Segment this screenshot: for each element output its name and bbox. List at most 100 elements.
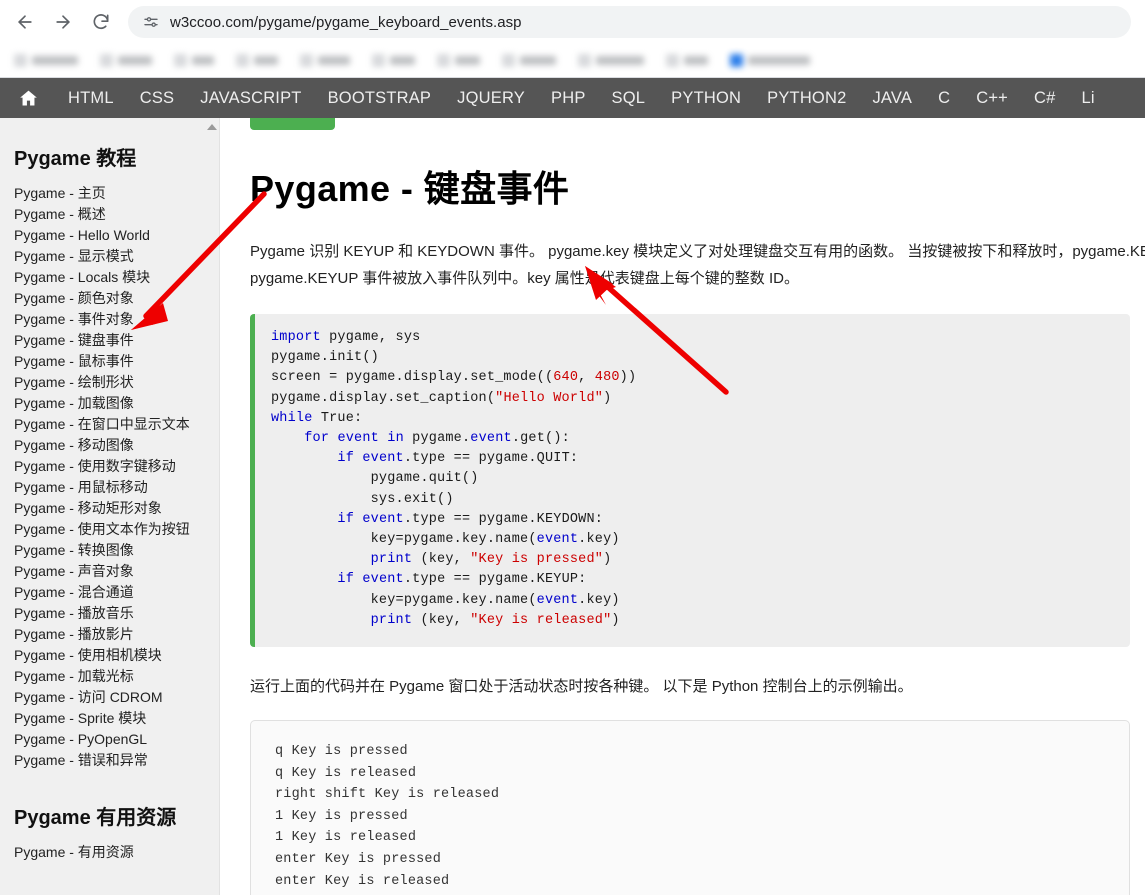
nav-item-jquery[interactable]: JQUERY bbox=[444, 89, 538, 108]
reload-icon[interactable] bbox=[84, 5, 118, 39]
nav-item-sql[interactable]: SQL bbox=[599, 89, 659, 108]
bookmark-item[interactable] bbox=[502, 54, 556, 67]
sidebar-item-errors-exceptions[interactable]: Pygame - 错误和异常 bbox=[14, 750, 219, 771]
sidebar-item-move-rect[interactable]: Pygame - 移动矩形对象 bbox=[14, 498, 219, 519]
code-token: ) bbox=[603, 552, 612, 568]
bookmark-item[interactable] bbox=[730, 54, 810, 67]
site-settings-icon[interactable] bbox=[142, 13, 160, 31]
sidebar-item-keyboard-events[interactable]: Pygame - 键盘事件 bbox=[14, 330, 219, 351]
code-token: .type == pygame.KEYDOWN: bbox=[403, 511, 604, 527]
sidebar-item-home[interactable]: Pygame - 主页 bbox=[14, 183, 219, 204]
sidebar-item-camera-module[interactable]: Pygame - 使用相机模块 bbox=[14, 645, 219, 666]
address-bar[interactable]: w3ccoo.com/pygame/pygame_keyboard_events… bbox=[128, 6, 1131, 38]
browser-chrome: w3ccoo.com/pygame/pygame_keyboard_events… bbox=[0, 0, 1145, 78]
sidebar-item-locals-module[interactable]: Pygame - Locals 模块 bbox=[14, 267, 219, 288]
nav-item-html[interactable]: HTML bbox=[55, 89, 127, 108]
nav-item-bootstrap[interactable]: BOOTSTRAP bbox=[315, 89, 445, 108]
sidebar-item-play-movie[interactable]: Pygame - 播放影片 bbox=[14, 624, 219, 645]
sidebar-item-display-modes[interactable]: Pygame - 显示模式 bbox=[14, 246, 219, 267]
code-token: pygame. bbox=[403, 431, 471, 447]
page-body: Pygame 教程 Pygame - 主页 Pygame - 概述 Pygame… bbox=[0, 108, 1145, 895]
sidebar-item-draw-shapes[interactable]: Pygame - 绘制形状 bbox=[14, 372, 219, 393]
forward-arrow-icon[interactable] bbox=[46, 5, 80, 39]
sidebar-item-event-object[interactable]: Pygame - 事件对象 bbox=[14, 309, 219, 330]
bookmark-label bbox=[318, 56, 350, 65]
nav-item-python[interactable]: PYTHON bbox=[658, 89, 754, 108]
nav-item-css[interactable]: CSS bbox=[127, 89, 188, 108]
bookmark-label bbox=[455, 56, 480, 65]
scroll-up-arrow-icon[interactable] bbox=[206, 124, 217, 130]
code-token: ) bbox=[603, 390, 612, 406]
home-icon[interactable] bbox=[0, 88, 55, 109]
sidebar-scrollbar[interactable] bbox=[204, 118, 219, 895]
sidebar-item-sprite-module[interactable]: Pygame - Sprite 模块 bbox=[14, 708, 219, 729]
bookmark-item[interactable] bbox=[174, 54, 214, 67]
code-token: , bbox=[578, 370, 595, 386]
bookmark-label bbox=[684, 56, 708, 65]
sidebar-item-overview[interactable]: Pygame - 概述 bbox=[14, 204, 219, 225]
nav-item-cpp[interactable]: C++ bbox=[963, 89, 1021, 108]
code-token: 480 bbox=[594, 370, 620, 386]
sidebar-item-move-image[interactable]: Pygame - 移动图像 bbox=[14, 435, 219, 456]
code-token: .key) bbox=[578, 592, 620, 608]
sidebar-item-text-as-button[interactable]: Pygame - 使用文本作为按钮 bbox=[14, 519, 219, 540]
bookmark-label bbox=[748, 56, 810, 65]
sidebar-item-load-cursor[interactable]: Pygame - 加载光标 bbox=[14, 666, 219, 687]
sidebar-item-sound-object[interactable]: Pygame - 声音对象 bbox=[14, 561, 219, 582]
nav-item-csharp[interactable]: C# bbox=[1021, 89, 1069, 108]
sidebar-item-access-cdrom[interactable]: Pygame - 访问 CDROM bbox=[14, 687, 219, 708]
code-token: print bbox=[370, 552, 413, 568]
bookmark-item[interactable] bbox=[300, 54, 350, 67]
sidebar-item-load-image[interactable]: Pygame - 加载图像 bbox=[14, 393, 219, 414]
address-bar-url[interactable]: w3ccoo.com/pygame/pygame_keyboard_events… bbox=[170, 14, 522, 31]
bookmark-item[interactable] bbox=[578, 54, 644, 67]
nav-item-php[interactable]: PHP bbox=[538, 89, 599, 108]
nav-item-c[interactable]: C bbox=[925, 89, 963, 108]
sidebar-item-move-mouse[interactable]: Pygame - 用鼠标移动 bbox=[14, 477, 219, 498]
sidebar-item-play-music[interactable]: Pygame - 播放音乐 bbox=[14, 603, 219, 624]
code-token: print bbox=[370, 612, 413, 628]
sidebar-heading-tutorial: Pygame 教程 bbox=[14, 148, 137, 170]
code-token: (key, bbox=[412, 612, 471, 628]
code-token: (key, bbox=[412, 552, 471, 568]
sidebar-item-mixer-channel[interactable]: Pygame - 混合通道 bbox=[14, 582, 219, 603]
sidebar-item-transform-image[interactable]: Pygame - 转换图像 bbox=[14, 540, 219, 561]
code-token: sys.exit() bbox=[271, 491, 454, 507]
sidebar-item-display-text[interactable]: Pygame - 在窗口中显示文本 bbox=[14, 414, 219, 435]
sidebar-item-color-object[interactable]: Pygame - 颜色对象 bbox=[14, 288, 219, 309]
bookmark-item[interactable] bbox=[100, 54, 152, 67]
code-token: .type == pygame.KEYUP: bbox=[403, 572, 587, 588]
nav-item-python2[interactable]: PYTHON2 bbox=[754, 89, 859, 108]
code-token: key=pygame.key.name( bbox=[271, 532, 537, 548]
sidebar-item-move-numeric-keys[interactable]: Pygame - 使用数字键移动 bbox=[14, 456, 219, 477]
nav-item-java[interactable]: JAVA bbox=[859, 89, 925, 108]
code-token: True: bbox=[312, 410, 363, 426]
favicon-icon bbox=[372, 54, 385, 67]
nav-item-linux[interactable]: Li bbox=[1069, 89, 1108, 108]
bookmark-item[interactable] bbox=[236, 54, 278, 67]
back-arrow-icon[interactable] bbox=[8, 5, 42, 39]
bookmark-item[interactable] bbox=[372, 54, 415, 67]
sidebar-tutorial-list: Pygame - 主页 Pygame - 概述 Pygame - Hello W… bbox=[14, 183, 219, 771]
bookmark-label bbox=[254, 56, 278, 65]
sidebar-item-useful-resources[interactable]: Pygame - 有用资源 bbox=[14, 842, 219, 863]
bookmark-label bbox=[390, 56, 415, 65]
bookmark-label bbox=[192, 56, 214, 65]
code-token: event bbox=[536, 532, 579, 548]
favicon-icon bbox=[14, 54, 27, 67]
bookmark-item[interactable] bbox=[14, 54, 78, 67]
sidebar-item-mouse-events[interactable]: Pygame - 鼠标事件 bbox=[14, 351, 219, 372]
sidebar-item-hello-world[interactable]: Pygame - Hello World bbox=[14, 225, 219, 246]
nav-item-javascript[interactable]: JAVASCRIPT bbox=[187, 89, 314, 108]
favicon-icon bbox=[666, 54, 679, 67]
favicon-icon bbox=[174, 54, 187, 67]
bookmark-item[interactable] bbox=[666, 54, 708, 67]
code-token: event bbox=[470, 431, 512, 447]
code-token: event bbox=[362, 511, 404, 527]
sidebar-item-pyopengl[interactable]: Pygame - PyOpenGL bbox=[14, 729, 219, 750]
bookmark-item[interactable] bbox=[437, 54, 480, 67]
code-token: import bbox=[271, 330, 321, 345]
sidebar: Pygame 教程 Pygame - 主页 Pygame - 概述 Pygame… bbox=[0, 118, 220, 895]
